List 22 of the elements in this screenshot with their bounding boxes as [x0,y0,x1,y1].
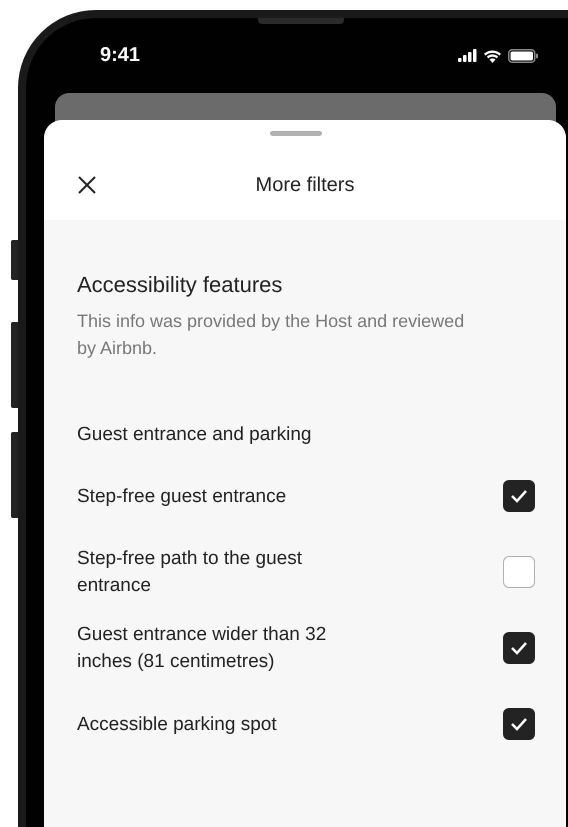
drag-handle[interactable] [270,131,322,136]
option-label: Accessible parking spot [77,712,278,736]
option-label: Guest entrance wider than 32 inches (81 centimetres) [77,623,328,674]
wifi-icon [483,48,502,62]
sheet-title: More filters [256,174,354,196]
option-label: Step-free guest entrance [77,484,288,508]
status-time: 9:41 [100,44,140,67]
close-button[interactable] [78,176,96,194]
checkbox[interactable] [503,708,535,740]
battery-icon [508,48,538,62]
checkbox[interactable] [503,480,535,512]
option-label: Step-free path to the guest entrance [77,547,303,598]
checkmark-icon [510,641,528,655]
signal-icon [458,49,477,62]
checkmark-icon [510,717,528,731]
checkbox[interactable] [503,556,535,588]
group-title: Guest entrance and parking [77,424,312,446]
close-icon [78,176,96,194]
checkbox[interactable] [503,632,535,664]
section-title: Accessibility features [77,272,284,298]
section-description: This info was provided by the Host and reviewed by Airbnb. [77,310,466,360]
checkmark-icon [510,489,528,503]
